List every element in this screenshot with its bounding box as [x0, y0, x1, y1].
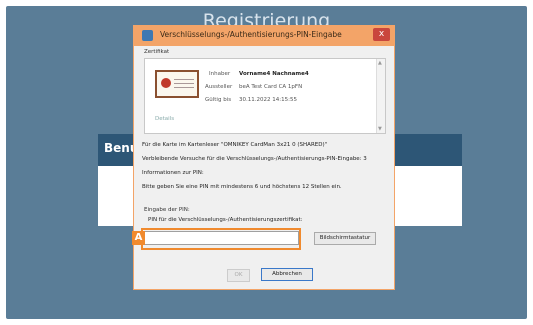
- valid-value: 30.11.2022 14:15:55: [239, 97, 297, 103]
- cert-line: [174, 83, 194, 84]
- certificate-icon: [155, 70, 199, 98]
- app-icon: [142, 30, 153, 41]
- cert-line: [174, 87, 194, 88]
- dialog-title: Verschlüsselungs-/Authentisierungs-PIN-E…: [160, 30, 342, 39]
- scroll-up-icon[interactable]: ▲: [378, 60, 382, 66]
- owner-label: Inhaber: [209, 71, 231, 77]
- valid-label: Gültig bis: [205, 97, 232, 103]
- annotation-badge: A: [132, 231, 145, 245]
- card-reader-info: Für die Karte im Kartenleser "OMNIKEY Ca…: [142, 142, 328, 148]
- on-screen-keyboard-button[interactable]: Bildschirmtastatur: [314, 232, 376, 245]
- pin-prompt: PIN für die Verschlüsselungs-/Authentisi…: [148, 217, 303, 223]
- remaining-attempts-info: Verbleibende Versuche für die Verschlüss…: [142, 156, 367, 162]
- dialog-titlebar[interactable]: Verschlüsselungs-/Authentisierungs-PIN-E…: [134, 26, 394, 46]
- certificate-scrollbar[interactable]: ▲ ▼: [376, 59, 385, 133]
- cert-line: [174, 79, 194, 80]
- issuer-label: Aussteller: [205, 84, 233, 90]
- highlight-frame: [141, 228, 301, 250]
- scroll-down-icon[interactable]: ▼: [378, 126, 382, 132]
- cancel-button[interactable]: Abbrechen: [261, 268, 313, 281]
- ok-button[interactable]: OK: [227, 269, 250, 282]
- pin-dialog: Verschlüsselungs-/Authentisierungs-PIN-E…: [133, 25, 395, 290]
- owner-value: Vorname4 Nachname4: [239, 71, 309, 77]
- pin-length-info: Bitte geben Sie eine PIN mit mindestens …: [142, 184, 342, 190]
- close-button[interactable]: x: [373, 28, 390, 41]
- certificate-group-label: Zertifikat: [144, 49, 170, 55]
- certificate-box: Inhaber Vorname4 Nachname4 Aussteller be…: [144, 58, 386, 134]
- seal-icon: [161, 78, 171, 88]
- details-link[interactable]: Details: [155, 116, 174, 122]
- pin-info-heading: Informationen zur PIN:: [142, 170, 204, 176]
- issuer-value: beA Test Card CA 1pFN: [239, 84, 303, 90]
- pin-group-label: Eingabe der PIN:: [144, 207, 190, 213]
- owner-value-text: Vorname4 Nachname4: [239, 71, 309, 77]
